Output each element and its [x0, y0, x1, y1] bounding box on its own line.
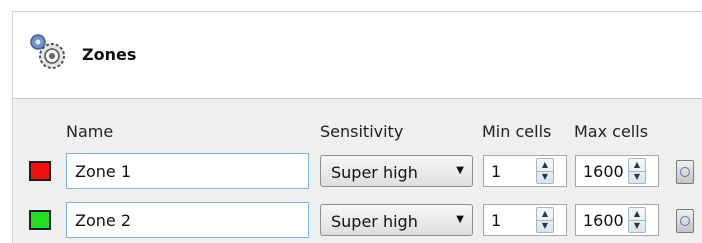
chevron-down-icon: ▼ — [456, 214, 464, 225]
delete-zone-icon — [680, 216, 690, 226]
page-title: Zones — [82, 45, 137, 64]
max-cells-stepper[interactable]: 1600 ▲ ▼ — [575, 155, 659, 187]
max-cells-value: 1600 — [583, 162, 624, 181]
spin-down-icon[interactable]: ▼ — [629, 171, 645, 183]
zone-color-swatch[interactable] — [29, 210, 51, 230]
min-cells-stepper[interactable]: 1 ▲ ▼ — [483, 155, 567, 187]
delete-zone-button[interactable] — [676, 209, 694, 233]
column-header-max-cells: Max cells — [574, 122, 649, 141]
gears-icon — [30, 34, 65, 69]
sensitivity-value: Super high — [331, 212, 418, 231]
zone-name-field[interactable]: Zone 1 — [66, 153, 309, 189]
min-cells-value: 1 — [491, 162, 502, 181]
zone-color-swatch[interactable] — [29, 161, 51, 181]
min-cells-spin-buttons[interactable]: ▲ ▼ — [536, 207, 554, 233]
chevron-down-icon: ▼ — [456, 165, 464, 176]
delete-zone-icon — [680, 167, 690, 177]
sensitivity-select[interactable]: Super high ▼ — [320, 155, 473, 187]
min-cells-spin-buttons[interactable]: ▲ ▼ — [536, 158, 554, 184]
column-header-name: Name — [66, 122, 114, 141]
max-cells-spin-buttons[interactable]: ▲ ▼ — [628, 158, 646, 184]
column-header-min-cells: Min cells — [482, 122, 552, 141]
min-cells-value: 1 — [491, 211, 502, 230]
sensitivity-value: Super high — [331, 163, 418, 182]
zone-name-field[interactable]: Zone 2 — [66, 202, 309, 238]
zone-row: Zone 2 Super high ▼ 1 ▲ ▼ 1600 ▲ ▼ — [0, 202, 702, 238]
sensitivity-select[interactable]: Super high ▼ — [320, 204, 473, 236]
spin-down-icon[interactable]: ▼ — [537, 171, 553, 183]
zone-row: Zone 1 Super high ▼ 1 ▲ ▼ 1600 ▲ ▼ — [0, 153, 702, 189]
max-cells-stepper[interactable]: 1600 ▲ ▼ — [575, 204, 659, 236]
max-cells-value: 1600 — [583, 211, 624, 230]
delete-zone-button[interactable] — [676, 160, 694, 184]
column-header-sensitivity: Sensitivity — [320, 122, 404, 141]
spin-down-icon[interactable]: ▼ — [537, 220, 553, 232]
spin-down-icon[interactable]: ▼ — [629, 220, 645, 232]
max-cells-spin-buttons[interactable]: ▲ ▼ — [628, 207, 646, 233]
min-cells-stepper[interactable]: 1 ▲ ▼ — [483, 204, 567, 236]
header-border-top — [12, 11, 702, 12]
zones-header: Zones — [0, 0, 702, 100]
